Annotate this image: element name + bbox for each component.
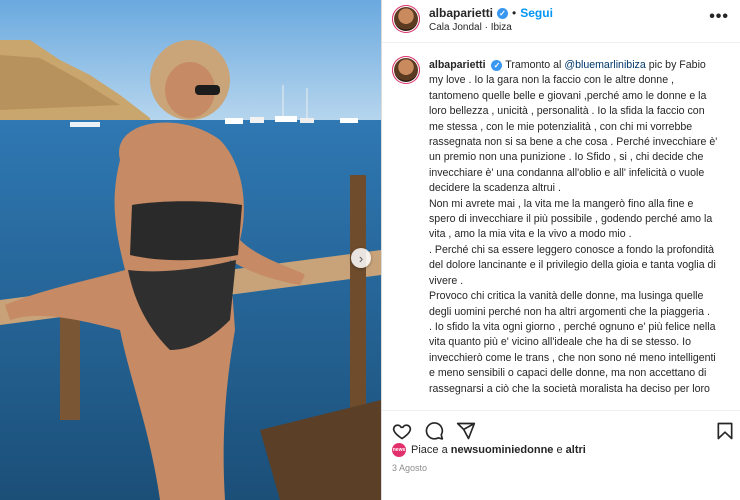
bookmark-icon[interactable] bbox=[715, 421, 735, 441]
caption-username[interactable]: albaparietti bbox=[429, 59, 486, 71]
next-photo-button[interactable]: › bbox=[351, 248, 371, 268]
caption-paragraph: Provoco chi critica la vanità delle donn… bbox=[429, 290, 710, 318]
caption-body: pic by Fabio my love . Io la gara non la… bbox=[429, 59, 718, 195]
separator-dot: • bbox=[512, 6, 517, 20]
post-photo[interactable]: › bbox=[0, 0, 381, 500]
liker-avatar[interactable]: news bbox=[392, 443, 406, 457]
caption-comment: albaparietti ✓ Tramonto al @bluemarlinib… bbox=[382, 52, 740, 400]
action-bar bbox=[382, 410, 740, 441]
caption-intro: Tramonto al bbox=[505, 59, 565, 71]
more-options-icon[interactable]: ••• bbox=[709, 8, 729, 26]
location-link[interactable]: Cala Jondal · Ibiza bbox=[429, 22, 512, 33]
avatar[interactable] bbox=[392, 56, 420, 84]
comment-icon[interactable] bbox=[424, 421, 444, 441]
verified-badge-icon: ✓ bbox=[491, 60, 503, 71]
likes-text: Piace a newsuominiedonne e altri bbox=[411, 444, 586, 456]
red-heart-icon: ♥ bbox=[444, 398, 450, 400]
avatar[interactable] bbox=[392, 5, 420, 33]
mention-link[interactable]: @bluemarlinibiza bbox=[564, 59, 645, 71]
likes-summary: news Piace a newsuominiedonne e altri bbox=[392, 443, 586, 457]
heart-icon[interactable] bbox=[392, 421, 412, 441]
caption-paragraph: . Io sfido la vita ogni giorno , perché … bbox=[429, 320, 716, 400]
likes-prefix: Piace a bbox=[411, 444, 451, 456]
username-link[interactable]: albaparietti bbox=[429, 6, 493, 20]
post-details-panel: albaparietti ✓ • Segui Cala Jondal · Ibi… bbox=[381, 0, 740, 500]
caption-paragraph: Non mi avrete mai , la vita me la manger… bbox=[429, 197, 713, 241]
follow-button[interactable]: Segui bbox=[520, 6, 553, 20]
likes-conjunction: e bbox=[553, 444, 566, 456]
post-date: 3 Agosto bbox=[392, 463, 428, 473]
share-icon[interactable] bbox=[456, 421, 476, 441]
likes-others-link[interactable]: altri bbox=[566, 444, 586, 456]
beach-photo-illustration bbox=[0, 0, 381, 500]
verified-badge-icon: ✓ bbox=[497, 7, 509, 19]
liker-username-link[interactable]: newsuominiedonne bbox=[451, 444, 554, 456]
post-author: albaparietti ✓ • Segui bbox=[429, 6, 553, 20]
caption-paragraph: . Perché chi sa essere leggero conosce a… bbox=[429, 243, 716, 287]
caption-text: albaparietti ✓ Tramonto al @bluemarlinib… bbox=[429, 58, 719, 400]
chevron-right-icon: › bbox=[358, 250, 364, 266]
post-header: albaparietti ✓ • Segui Cala Jondal · Ibi… bbox=[382, 0, 740, 43]
